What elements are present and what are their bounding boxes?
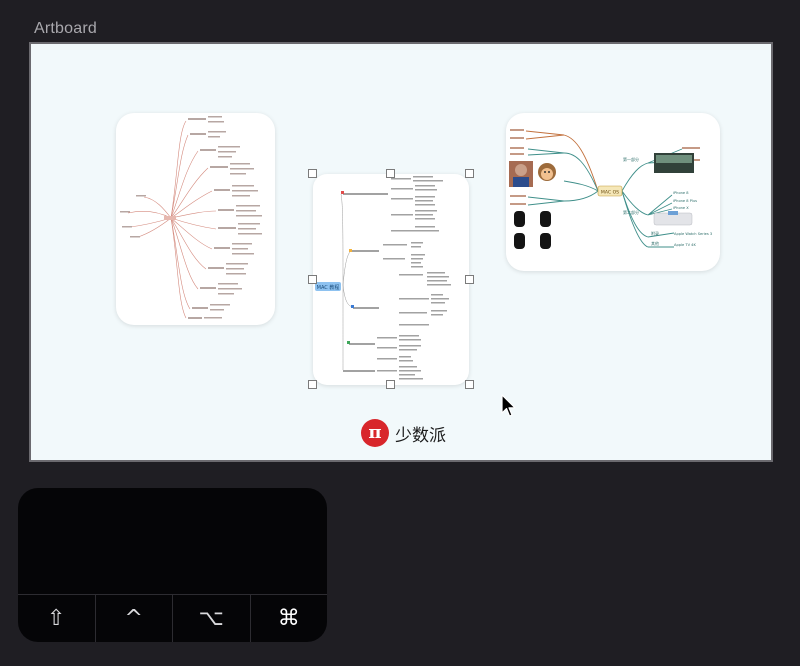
modifier-keypad: ⇧ ^ ⌥ ⌘ <box>18 488 327 642</box>
shift-key[interactable]: ⇧ <box>18 595 96 642</box>
artboard-label: Artboard <box>34 20 97 37</box>
resize-handle-bottom[interactable] <box>386 380 395 389</box>
mindmap-right-leaf-1: iPhone 8 <box>673 191 689 195</box>
mindmap-right-graphic: MAC OS 第一部分 第二部分 附录 其他 iPhone 8 iPhone 8… <box>509 129 712 249</box>
mindmap-left-graphic <box>120 116 262 319</box>
mindmap-right-leaf-2: iPhone 8 Plus <box>673 199 697 203</box>
mindmap-mid-graphic: MAC 教程 <box>315 176 451 380</box>
mindmap-right-leaf-4: Apple Watch Series 3 <box>674 232 712 236</box>
mindmap-right-leaf-5: Apple TV 4K <box>674 243 696 247</box>
control-icon: ^ <box>124 606 143 631</box>
resize-handle-bottom-left[interactable] <box>308 380 317 389</box>
mindmap-right-branch-4: 其他 <box>651 240 659 246</box>
brand-logo-glyph: π <box>368 422 382 443</box>
resize-handle-right[interactable] <box>465 275 474 284</box>
brand-watermark: π 少数派 <box>361 418 446 448</box>
mouse-pointer-icon <box>501 394 516 417</box>
control-key[interactable]: ^ <box>96 595 173 642</box>
command-icon: ⌘ <box>277 606 300 631</box>
artboard-canvas[interactable]: MAC 教程 MAC OS 第一部分 第二部分 附录 其他 iPhone 8 i… <box>29 42 773 462</box>
command-key[interactable]: ⌘ <box>251 595 328 642</box>
option-icon: ⌥ <box>198 606 224 631</box>
brand-name: 少数派 <box>395 425 446 446</box>
mask-images <box>514 211 551 249</box>
resize-handle-top-right[interactable] <box>465 169 474 178</box>
resize-handle-left[interactable] <box>308 275 317 284</box>
mindmap-right-branch-2: 第二部分 <box>623 209 639 215</box>
mindmap-right-branch-1: 第一部分 <box>623 156 639 162</box>
mindmap-thumbnail-right[interactable]: MAC OS 第一部分 第二部分 附录 其他 iPhone 8 iPhone 8… <box>506 113 720 271</box>
mindmap-right-leaf-3: iPhone X <box>673 206 689 210</box>
option-key[interactable]: ⌥ <box>173 595 251 642</box>
mindmap-thumbnail-selected[interactable]: MAC 教程 <box>313 174 469 385</box>
modifier-key-row: ⇧ ^ ⌥ ⌘ <box>18 594 327 642</box>
sspai-logo-icon: π <box>361 419 389 447</box>
mindmap-center-text: MAC 教程 <box>317 284 340 291</box>
resize-handle-top[interactable] <box>386 169 395 178</box>
mindmap-right-center-text: MAC OS <box>601 190 619 196</box>
resize-handle-top-left[interactable] <box>308 169 317 178</box>
resize-handle-bottom-right[interactable] <box>465 380 474 389</box>
mindmap-right-branch-3: 附录 <box>651 230 659 236</box>
mindmap-thumbnail-left[interactable] <box>116 113 275 325</box>
shift-icon: ⇧ <box>47 606 66 631</box>
